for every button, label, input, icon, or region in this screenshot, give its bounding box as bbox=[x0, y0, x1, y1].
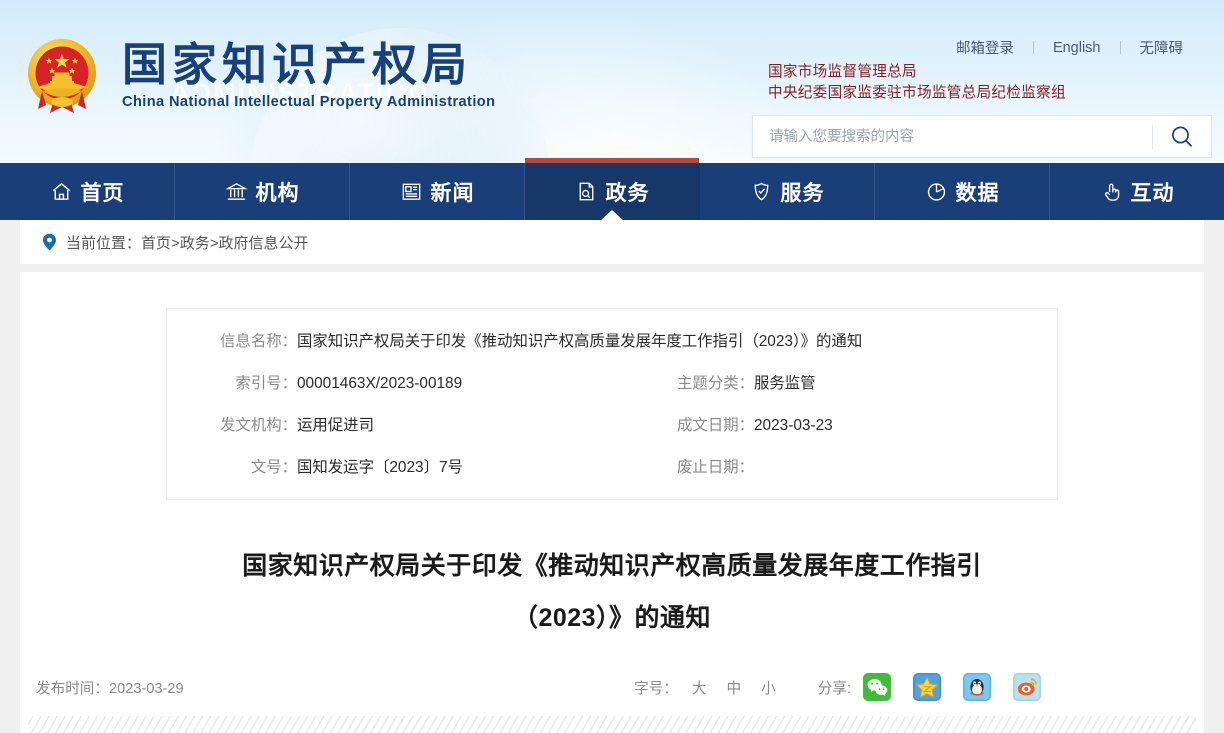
wechat-share-icon[interactable] bbox=[863, 673, 891, 701]
info-label-category: 主题分类： bbox=[677, 375, 754, 392]
agency-link-samr[interactable]: 国家市场监督管理总局 bbox=[768, 62, 1066, 83]
info-value-index: 00001463X/2023-00189 bbox=[297, 375, 463, 392]
pie-chart-icon bbox=[925, 180, 948, 203]
newspaper-icon bbox=[400, 180, 423, 203]
info-cell-issuer: 发文机构： 运用促进司 bbox=[167, 405, 612, 447]
fontsize-medium-button[interactable]: 中 bbox=[717, 677, 752, 698]
location-pin-icon bbox=[42, 233, 57, 251]
breadcrumb-text[interactable]: 当前位置：首页>政务>政府信息公开 bbox=[66, 232, 309, 253]
article-tools: 字号： 大 中 小 分享: bbox=[634, 673, 1041, 701]
top-link-english[interactable]: English bbox=[1034, 40, 1120, 56]
qq-share-icon[interactable] bbox=[963, 673, 991, 701]
nav-label: 新闻 bbox=[430, 181, 475, 205]
national-emblem-icon bbox=[16, 29, 108, 121]
logo-title-en: China National Intellectual Property Adm… bbox=[122, 94, 496, 111]
nav-item-home[interactable]: 首页 bbox=[0, 163, 175, 220]
nav-label: 互动 bbox=[1130, 181, 1175, 205]
search-icon bbox=[1172, 126, 1192, 147]
affiliated-agency-links: 国家市场监督管理总局 中央纪委国家监委驻市场监管总局纪检监察组 bbox=[768, 62, 1066, 104]
table-row: 文号： 国知发运字〔2023〕7号 废止日期： bbox=[167, 447, 1057, 489]
fontsize-large-button[interactable]: 大 bbox=[682, 677, 717, 698]
document-seal-icon bbox=[575, 180, 598, 203]
article-title-line-1: 国家知识产权局关于印发《推动知识产权高质量发展年度工作指引 bbox=[242, 552, 982, 580]
qzone-share-icon[interactable] bbox=[913, 673, 941, 701]
info-label-index: 索引号： bbox=[235, 375, 297, 392]
nav-label: 服务 bbox=[780, 181, 825, 205]
nav-item-services[interactable]: 服务 bbox=[700, 163, 875, 220]
article-title: 国家知识产权局关于印发《推动知识产权高质量发展年度工作指引 （2023）》的通知 bbox=[212, 540, 1012, 644]
fontsize-label: 字号： bbox=[634, 680, 678, 697]
main-navigation: 首页 机构 新闻 政务 服务 数据 互动 bbox=[0, 158, 1224, 221]
table-row: 发文机构： 运用促进司 成文日期： 2023-03-23 bbox=[167, 405, 1057, 447]
logo-title-cn: 国家知识产权局 bbox=[122, 37, 473, 91]
search-button[interactable] bbox=[1153, 116, 1211, 157]
info-label-expiry-date: 废止日期： bbox=[677, 459, 754, 476]
weibo-share-icon[interactable] bbox=[1013, 673, 1041, 701]
info-value-issue-date: 2023-03-23 bbox=[754, 417, 833, 434]
site-logo[interactable]: 国家知识产权局 China National Intellectual Prop… bbox=[16, 29, 495, 121]
article-card: 信息名称： 国家知识产权局关于印发《推动知识产权高质量发展年度工作指引（2023… bbox=[20, 272, 1204, 733]
nav-item-interaction[interactable]: 互动 bbox=[1050, 163, 1224, 220]
search-input[interactable] bbox=[753, 116, 1152, 157]
top-link-accessibility[interactable]: 无障碍 bbox=[1121, 37, 1203, 58]
info-cell-doc-number: 文号： 国知发运字〔2023〕7号 bbox=[167, 447, 612, 489]
info-label-issuer: 发文机构： bbox=[220, 417, 297, 434]
home-icon bbox=[50, 180, 73, 203]
info-cell-issue-date: 成文日期： 2023-03-23 bbox=[612, 405, 1057, 447]
info-value-category: 服务监管 bbox=[754, 375, 816, 392]
fontsize-small-button[interactable]: 小 bbox=[751, 677, 786, 698]
info-cell-expiry-date: 废止日期： bbox=[612, 447, 1057, 489]
info-label-issue-date: 成文日期： bbox=[677, 417, 754, 434]
agency-link-discipline[interactable]: 中央纪委国家监委驻市场监管总局纪检监察组 bbox=[768, 83, 1066, 104]
nav-label: 首页 bbox=[80, 181, 125, 205]
page-body: 当前位置：首页>政务>政府信息公开 信息名称： 国家知识产权局关于印发《推动知识… bbox=[0, 220, 1224, 733]
nav-item-data[interactable]: 数据 bbox=[875, 163, 1050, 220]
share-icons bbox=[863, 673, 1041, 701]
nav-item-news[interactable]: 新闻 bbox=[350, 163, 525, 220]
table-row: 索引号： 00001463X/2023-00189 主题分类： 服务监管 bbox=[167, 363, 1057, 405]
site-header: ADMINISTRATION 国家知识产权局 China National In… bbox=[0, 0, 1224, 163]
nav-item-institutions[interactable]: 机构 bbox=[175, 163, 350, 220]
nav-item-government-affairs[interactable]: 政务 bbox=[525, 158, 700, 221]
shield-check-icon bbox=[750, 180, 773, 203]
publish-time: 发布时间：2023-03-29 bbox=[36, 677, 184, 698]
nav-label: 机构 bbox=[255, 181, 300, 205]
article-title-line-2: （2023）》的通知 bbox=[512, 604, 712, 632]
bank-icon bbox=[224, 180, 248, 203]
top-link-mail[interactable]: 邮箱登录 bbox=[937, 37, 1033, 58]
breadcrumb: 当前位置：首页>政务>政府信息公开 bbox=[20, 220, 1204, 264]
hand-click-icon bbox=[1100, 180, 1123, 203]
document-info-table: 信息名称： 国家知识产权局关于印发《推动知识产权高质量发展年度工作指引（2023… bbox=[166, 308, 1058, 500]
top-utility-links: 邮箱登录 English 无障碍 bbox=[937, 37, 1202, 58]
publish-time-value: 2023-03-29 bbox=[108, 680, 184, 697]
search-box[interactable] bbox=[752, 115, 1212, 158]
section-divider bbox=[28, 716, 1196, 733]
share-label: 分享: bbox=[817, 680, 851, 697]
info-cell-category: 主题分类： 服务监管 bbox=[612, 363, 1057, 405]
info-value-issuer: 运用促进司 bbox=[297, 417, 374, 434]
nav-label: 政务 bbox=[605, 181, 650, 205]
info-label-name: 信息名称： bbox=[220, 333, 297, 350]
info-value-doc-number: 国知发运字〔2023〕7号 bbox=[297, 459, 463, 476]
article-meta-bar: 发布时间：2023-03-29 字号： 大 中 小 分享: bbox=[28, 672, 1196, 702]
info-label-doc-number: 文号： bbox=[250, 459, 297, 476]
nav-label: 数据 bbox=[955, 181, 1000, 205]
publish-time-label: 发布时间： bbox=[36, 680, 109, 697]
table-row: 信息名称： 国家知识产权局关于印发《推动知识产权高质量发展年度工作指引（2023… bbox=[167, 321, 1057, 363]
info-value-name: 国家知识产权局关于印发《推动知识产权高质量发展年度工作指引（2023）》的通知 bbox=[297, 333, 863, 350]
info-cell-index: 索引号： 00001463X/2023-00189 bbox=[167, 363, 612, 405]
